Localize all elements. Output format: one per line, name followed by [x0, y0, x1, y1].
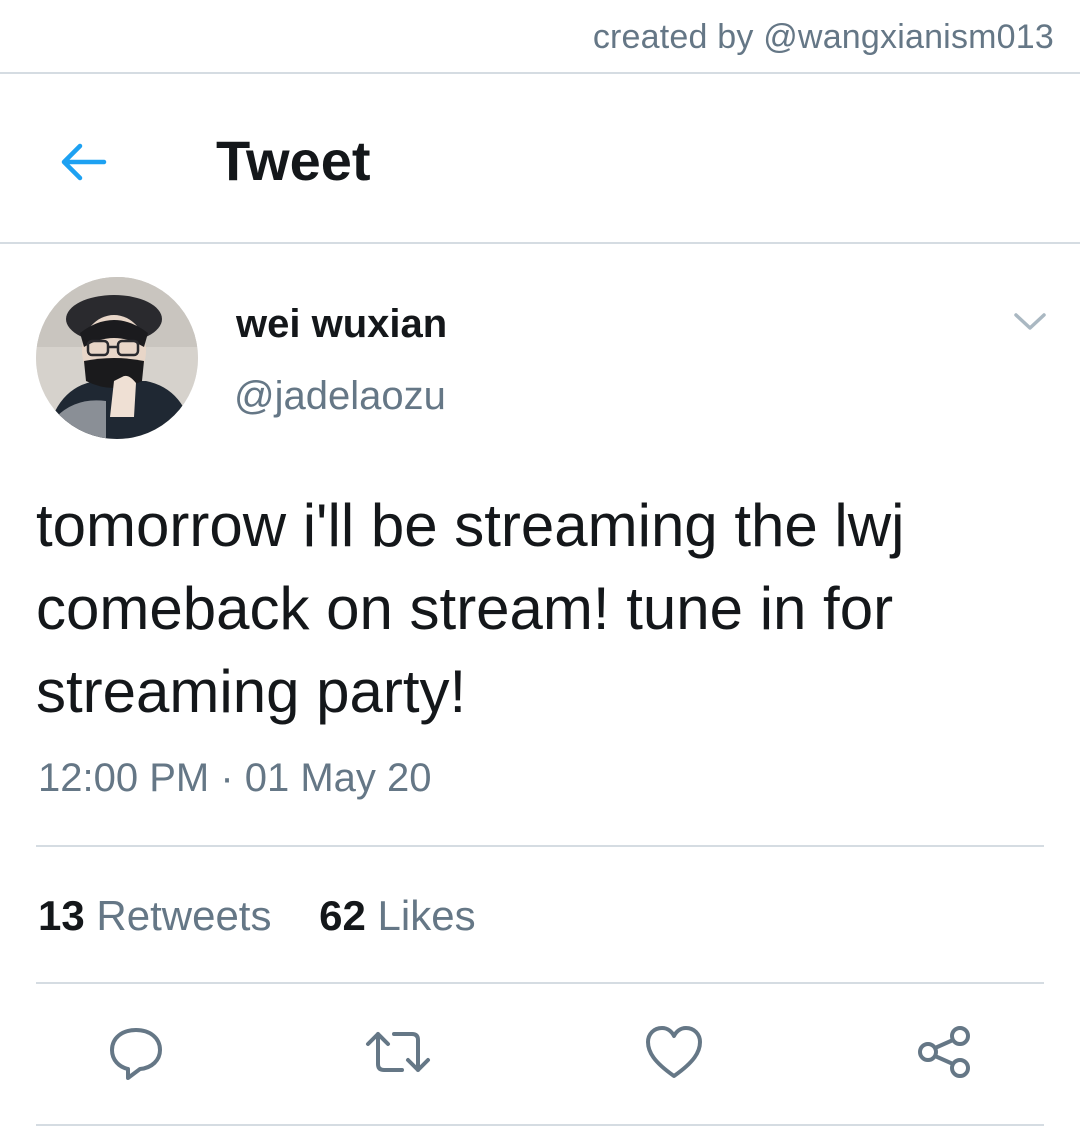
creator-credit: created by @wangxianism013: [592, 18, 1054, 56]
tweet-menu-button[interactable]: [1006, 300, 1054, 344]
likes-label: Likes: [377, 892, 476, 939]
tweet-stats: 13 Retweets 62 Likes: [38, 892, 512, 940]
bottom-divider: [36, 1124, 1044, 1126]
avatar-image: [36, 277, 198, 439]
stats-bottom-divider: [36, 982, 1044, 984]
header-divider: [0, 242, 1080, 244]
stats-top-divider: [36, 845, 1044, 847]
author-handle[interactable]: @jadelaozu: [234, 374, 446, 419]
author-display-name[interactable]: wei wuxian: [236, 302, 447, 347]
likes-count: 62: [319, 892, 366, 939]
tweet-text: tomorrow i'll be streaming the lwj comeb…: [36, 492, 905, 725]
likes-stat[interactable]: 62 Likes: [319, 892, 475, 939]
top-divider: [0, 72, 1080, 74]
retweet-button[interactable]: [364, 1018, 432, 1086]
share-icon: [918, 1026, 970, 1078]
retweets-count: 13: [38, 892, 85, 939]
arrow-left-icon: [61, 143, 107, 181]
retweets-stat[interactable]: 13 Retweets: [38, 892, 271, 939]
tweet-timestamp[interactable]: 12:00 PM · 01 May 20: [38, 756, 432, 801]
heart-icon: [646, 1026, 702, 1078]
reply-icon: [110, 1028, 162, 1080]
share-button[interactable]: [910, 1018, 978, 1086]
retweets-label: Retweets: [96, 892, 272, 939]
back-button[interactable]: [52, 130, 116, 194]
retweet-icon: [366, 1032, 430, 1072]
chevron-down-icon: [1014, 313, 1046, 330]
like-button[interactable]: [640, 1018, 708, 1086]
avatar[interactable]: [36, 277, 198, 439]
reply-button[interactable]: [102, 1018, 170, 1086]
page-title: Tweet: [216, 129, 371, 192]
